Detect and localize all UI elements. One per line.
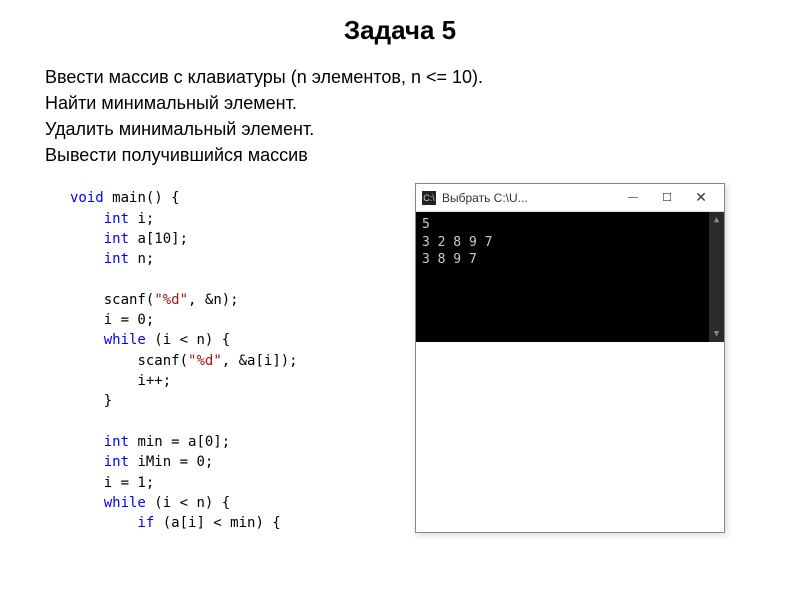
task-line-3: Удалить минимальный элемент. [45, 116, 760, 142]
vertical-scrollbar[interactable]: ▲ ▼ [709, 212, 724, 342]
keyword-int: int [104, 434, 129, 450]
keyword-int: int [104, 454, 129, 470]
console-output: 5 3 2 8 9 7 3 8 9 7 ▲ ▼ [416, 212, 724, 342]
format-string: "%d" [188, 353, 222, 369]
task-line-2: Найти минимальный элемент. [45, 90, 760, 116]
keyword-while: while [104, 332, 146, 348]
output-line: 3 8 9 7 [422, 251, 718, 269]
keyword-if: if [137, 515, 154, 531]
format-string: "%d" [154, 292, 188, 308]
window-title: Выбрать C:\U... [442, 191, 616, 205]
task-line-1: Ввести массив с клавиатуры (n элементов,… [45, 64, 760, 90]
scroll-down-arrow-icon[interactable]: ▼ [714, 328, 719, 340]
output-line: 3 2 8 9 7 [422, 234, 718, 252]
scroll-up-arrow-icon[interactable]: ▲ [714, 214, 719, 226]
source-code: void main() { int i; int a[10]; int n; s… [70, 188, 400, 533]
output-line: 5 [422, 216, 718, 234]
window-titlebar: C:\ Выбрать C:\U... ☐ ✕ [416, 184, 724, 212]
keyword-int: int [104, 251, 129, 267]
console-window: C:\ Выбрать C:\U... ☐ ✕ 5 3 2 8 9 7 3 8 … [415, 183, 725, 533]
task-line-4: Вывести получившийся массив [45, 142, 760, 168]
keyword-int: int [104, 231, 129, 247]
keyword-void: void [70, 190, 104, 206]
task-title: Задача 5 [40, 15, 760, 46]
maximize-button[interactable]: ☐ [650, 191, 684, 204]
console-icon: C:\ [422, 191, 436, 205]
function-main: main [112, 190, 146, 206]
call-scanf: scanf [104, 292, 146, 308]
keyword-while: while [104, 495, 146, 511]
keyword-int: int [104, 211, 129, 227]
close-button[interactable]: ✕ [684, 189, 718, 206]
task-description: Ввести массив с клавиатуры (n элементов,… [40, 64, 760, 168]
call-scanf: scanf [137, 353, 179, 369]
minimize-button[interactable] [616, 190, 650, 205]
